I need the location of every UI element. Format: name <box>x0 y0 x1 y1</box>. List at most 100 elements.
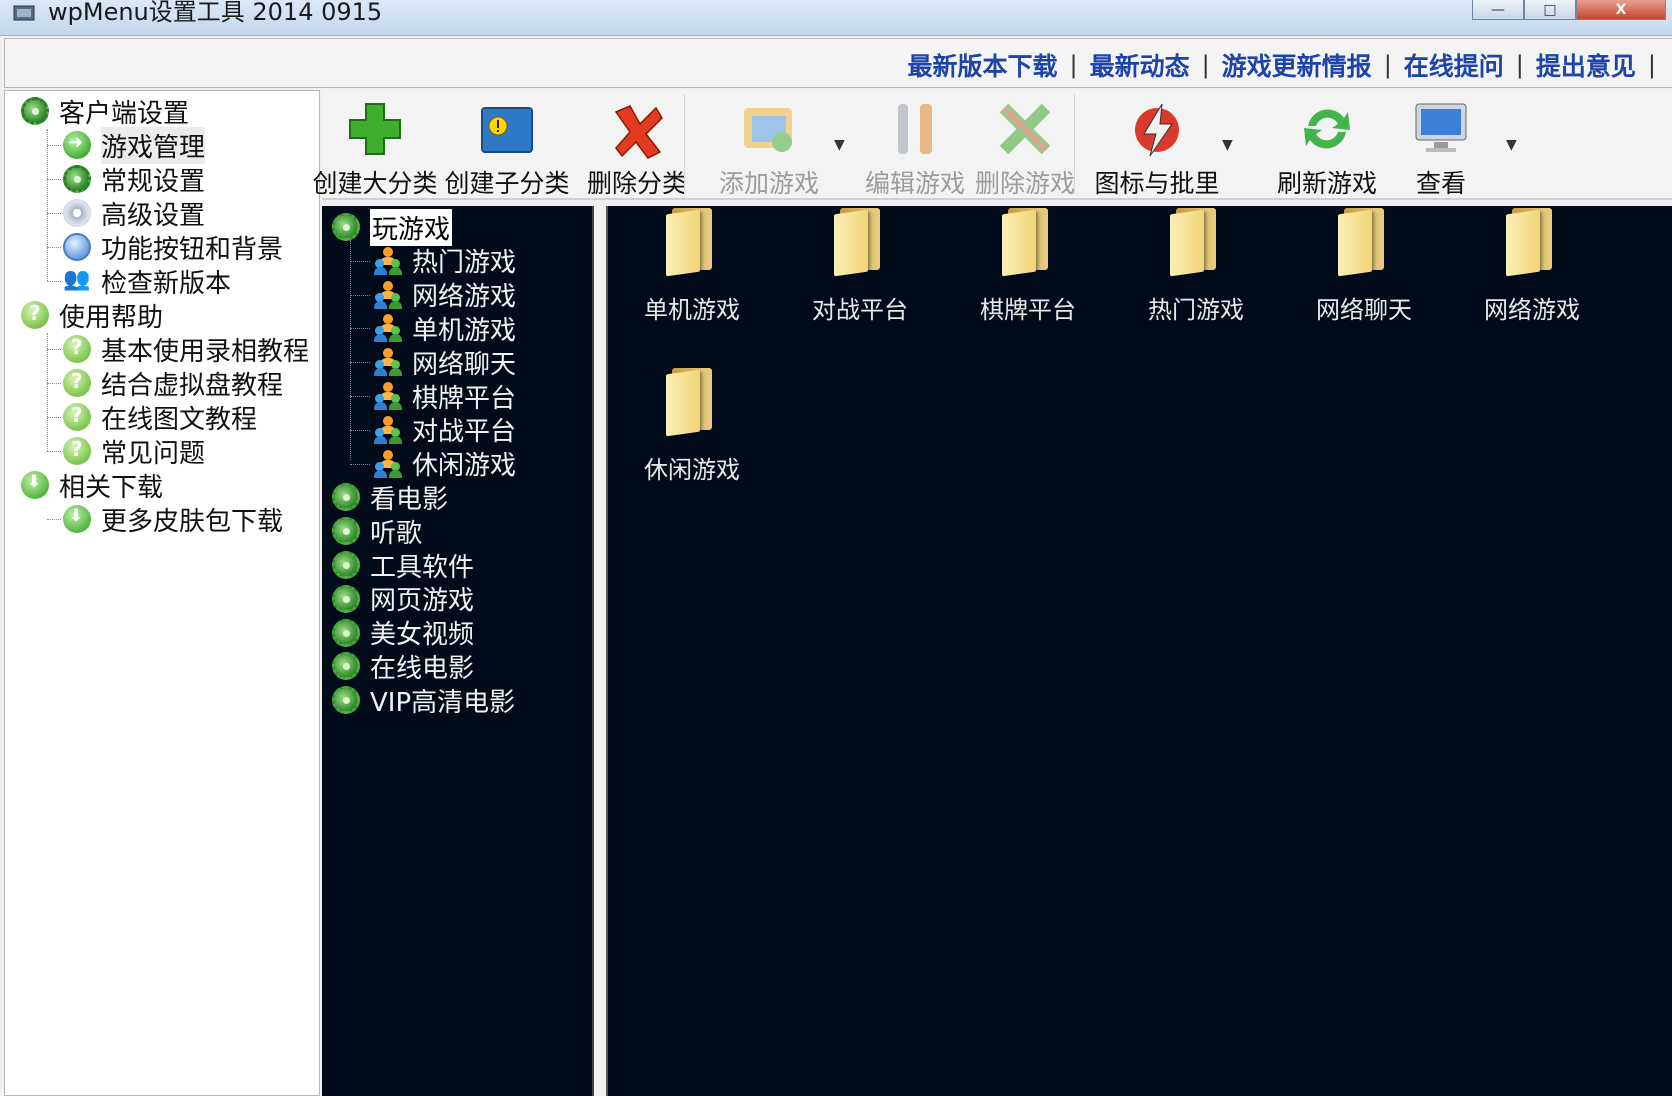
tree-item-7[interactable]: 休闲游戏 <box>374 447 516 481</box>
link-separator: | <box>1515 51 1524 79</box>
nav-item-5[interactable]: 检查新版本 <box>63 265 231 299</box>
tree-connector <box>47 417 61 418</box>
toolbar-button-0[interactable]: 创建大分类 <box>310 98 440 198</box>
folder-label: 网络聊天 <box>1316 296 1412 324</box>
people-icon-part <box>383 246 393 257</box>
toolbar-button-label: 创建大分类 <box>312 169 438 198</box>
toolbar-divider <box>1074 94 1076 194</box>
folder-item[interactable]: 棋牌平台 <box>958 206 1098 336</box>
chevron-down-icon[interactable]: ▼ <box>834 137 845 153</box>
nav-item-7[interactable]: 基本使用录相教程 <box>63 333 309 367</box>
nav-item-9[interactable]: 在线图文教程 <box>63 401 257 435</box>
toolbar-button-1[interactable]: 创建子分类 <box>442 98 572 198</box>
link-2[interactable]: 游戏更新情报 <box>1222 47 1372 83</box>
help-icon <box>63 437 91 465</box>
nav-item-8[interactable]: 结合虚拟盘教程 <box>63 367 283 401</box>
nav-item-6[interactable]: 使用帮助 <box>21 299 164 333</box>
folder-item[interactable]: 网络聊天 <box>1294 206 1434 336</box>
toolbar-button-label: 刷新游戏 <box>1276 169 1377 198</box>
tree-connector <box>350 463 370 465</box>
tree-connector <box>47 145 61 146</box>
toolbar-button-label: 创建子分类 <box>444 169 570 198</box>
plus-icon <box>344 98 406 160</box>
toolbar-button-label: 添加游戏 <box>718 169 819 198</box>
folder-warning-icon <box>476 98 538 160</box>
nav-item-0[interactable]: 客户端设置 <box>21 95 190 129</box>
nav-item-label: 使用帮助 <box>59 302 164 333</box>
tree-item-11[interactable]: 网页游戏 <box>332 582 474 616</box>
tree-item-4[interactable]: 网络聊天 <box>374 345 516 380</box>
chevron-down-icon[interactable]: ▼ <box>1506 137 1517 153</box>
nav-item-label: 客户端设置 <box>59 98 190 129</box>
nav-item-11[interactable]: 相关下载 <box>21 469 163 503</box>
tree-item-2[interactable]: 网络游戏 <box>374 278 516 312</box>
chevron-down-icon[interactable]: ▼ <box>1222 137 1233 153</box>
tree-item-8[interactable]: 看电影 <box>332 480 448 515</box>
folder-item[interactable]: 网络游戏 <box>1462 206 1602 336</box>
tree-item-0[interactable]: 玩游戏 <box>332 208 453 246</box>
tree-item-9[interactable]: 听歌 <box>332 514 422 549</box>
minimize-button[interactable]: — <box>1472 0 1524 20</box>
folder-label: 热门游戏 <box>1148 296 1244 324</box>
tree-item-1[interactable]: 热门游戏 <box>374 244 516 278</box>
link-0[interactable]: 最新版本下载 <box>907 47 1057 83</box>
nav-item-12[interactable]: 更多皮肤包下载 <box>63 503 283 537</box>
link-separator: | <box>1201 51 1210 79</box>
folder-item[interactable]: 休闲游戏 <box>622 366 762 496</box>
circle-icon <box>63 233 91 261</box>
toolbar-button-6[interactable]: 图标与批里 <box>1092 98 1222 198</box>
tree-connector <box>47 519 61 520</box>
gear-icon <box>332 213 360 241</box>
folder-label: 网络游戏 <box>1484 296 1580 324</box>
nav-item-4[interactable]: 功能按钮和背景 <box>63 231 283 265</box>
tree-item-14[interactable]: VIP高清电影 <box>332 683 515 718</box>
people-icon-part <box>374 402 387 410</box>
nav-item-2[interactable]: 常规设置 <box>63 163 205 197</box>
nav-item-label: 高级设置 <box>101 200 206 231</box>
toolbar-button-3[interactable]: 添加游戏 <box>704 98 834 198</box>
people-icon-part <box>374 368 387 377</box>
link-3[interactable]: 在线提问 <box>1404 47 1504 83</box>
nav-item-3[interactable]: 高级设置 <box>63 197 206 231</box>
people-icon <box>374 280 402 309</box>
tree-item-label: 棋牌平台 <box>412 383 517 414</box>
tree-item-13[interactable]: 在线电影 <box>332 649 474 684</box>
delete-game-icon <box>994 98 1056 160</box>
toolbar-button-2[interactable]: 删除分类 <box>572 98 702 198</box>
tree-item-12[interactable]: 美女视频 <box>332 616 474 650</box>
download-icon <box>21 471 49 499</box>
tree-connector <box>47 213 61 214</box>
link-1[interactable]: 最新动态 <box>1090 47 1190 83</box>
people-icon-part <box>383 415 393 426</box>
toolbar-button-7[interactable]: 刷新游戏 <box>1262 98 1392 198</box>
nav-item-1[interactable]: 游戏管理 <box>63 126 206 164</box>
toolbar-button-5[interactable]: 删除游戏 <box>960 98 1090 198</box>
folder-item[interactable]: 热门游戏 <box>1126 206 1266 336</box>
gear-icon <box>63 165 91 193</box>
folder-icon-front <box>1170 209 1204 277</box>
link-4[interactable]: 提出意见 <box>1536 47 1636 83</box>
people-icon-part <box>389 469 402 478</box>
nav-item-10[interactable]: 常见问题 <box>63 435 206 469</box>
arrow-right-icon <box>63 131 91 159</box>
folder-item[interactable]: 单机游戏 <box>622 206 762 336</box>
tree-item-3[interactable]: 单机游戏 <box>374 311 516 346</box>
maximize-button[interactable]: □ <box>1524 0 1576 20</box>
tree-item-5[interactable]: 棋牌平台 <box>374 379 517 414</box>
people-icon-part <box>374 334 387 343</box>
tree-connector <box>350 328 370 330</box>
tree-item-label: 工具软件 <box>370 552 475 583</box>
tree-item-6[interactable]: 对战平台 <box>374 413 516 447</box>
people-icon-part <box>374 300 387 309</box>
tree-item-10[interactable]: 工具软件 <box>332 548 475 583</box>
close-button[interactable]: X <box>1576 0 1666 20</box>
people-icon <box>374 449 402 478</box>
help-icon <box>63 369 91 397</box>
tree-connector <box>350 260 370 262</box>
folder-item[interactable]: 对战平台 <box>790 206 930 336</box>
nav-item-label: 常见问题 <box>101 438 206 469</box>
toolbar-button-label: 删除游戏 <box>974 169 1075 198</box>
nav-item-label: 游戏管理 <box>101 126 206 164</box>
window-title: wpMenu设置工具 2014 0915 <box>48 0 383 26</box>
toolbar-button-8[interactable]: 查看 <box>1376 98 1506 198</box>
